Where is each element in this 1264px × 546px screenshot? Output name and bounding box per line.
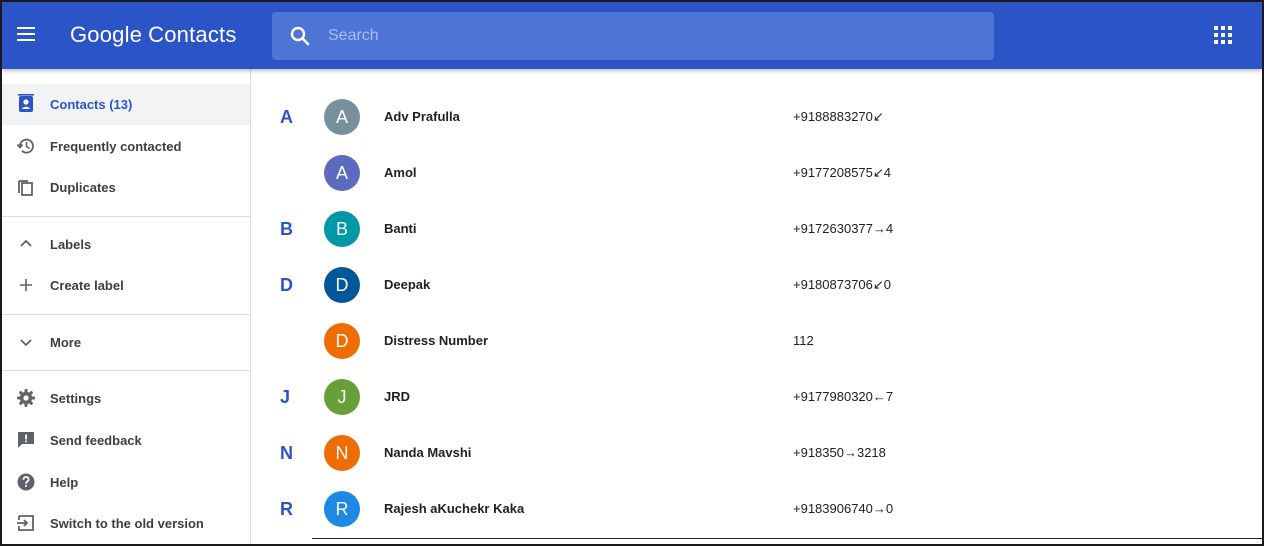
section-letter: J [280, 387, 291, 407]
contact-name: JRD [384, 389, 411, 404]
sidebar-item-label: Contacts (13) [50, 97, 133, 112]
chevron-up-icon [20, 239, 32, 247]
search-input[interactable] [328, 12, 968, 60]
contact-name: Banti [384, 221, 417, 236]
sidebar-item-switch-old-version[interactable]: Switch to the old version [2, 503, 250, 544]
contact-phone: +9183906740→0 [793, 501, 894, 516]
sidebar-item-contacts[interactable]: Contacts (13) [2, 84, 250, 125]
sidebar-item-settings[interactable]: Settings [2, 378, 250, 419]
avatar[interactable]: J [324, 379, 360, 415]
chevron-down-icon [20, 339, 32, 347]
avatar[interactable]: R [324, 491, 360, 527]
sidebar-item-label: Create label [50, 278, 124, 293]
top-app-bar: Google Contacts [2, 2, 1262, 69]
contact-phone: +9180873706↙0 [793, 277, 892, 292]
feedback-icon [18, 432, 34, 448]
sidebar-item-label: Labels [50, 237, 92, 252]
section-letter: R [280, 499, 293, 519]
contacts-list: A A Adv Prafulla +9188883270↙ A Amol +91… [252, 69, 1262, 544]
avatar[interactable]: A [324, 99, 360, 135]
section-letter: B [280, 219, 293, 239]
sidebar-item-labels[interactable]: Labels [2, 224, 250, 265]
help-icon [17, 473, 35, 491]
gear-icon [17, 389, 35, 407]
sidebar-divider [2, 314, 250, 315]
sidebar-item-create-label[interactable]: Create label [2, 265, 250, 306]
sidebar-item-duplicates[interactable]: Duplicates [2, 167, 250, 208]
contact-row[interactable]: J J JRD +9177980320←7 [252, 369, 1262, 425]
sidebar-divider [2, 216, 250, 217]
copy-icon [18, 180, 33, 196]
contact-phone: +9172630377→4 [793, 221, 894, 236]
plus-icon [20, 279, 32, 291]
contact-name: Rajesh aKuchekr Kaka [384, 501, 525, 516]
app-logo[interactable]: Google Contacts [70, 22, 237, 48]
contact-name: Adv Prafulla [384, 109, 460, 124]
contact-row[interactable]: R R Rajesh aKuchekr Kaka +9183906740→0 [252, 481, 1262, 537]
history-icon [16, 138, 34, 154]
section-letter: D [280, 275, 293, 295]
avatar[interactable]: D [324, 323, 360, 359]
person-card-icon [18, 94, 34, 112]
contact-name: Nanda Mavshi [384, 445, 472, 460]
contact-row[interactable]: A A Adv Prafulla +9188883270↙ [252, 89, 1262, 145]
sidebar-item-send-feedback[interactable]: Send feedback [2, 420, 250, 461]
avatar[interactable]: D [324, 267, 360, 303]
exit-icon [17, 515, 34, 531]
contact-name: Amol [384, 165, 417, 180]
contact-phone: +9177980320←7 [793, 389, 894, 404]
apps-grid-icon[interactable] [1214, 26, 1234, 46]
contact-row[interactable]: A Amol +9177208575↙4 [252, 145, 1262, 201]
contact-name: Deepak [384, 277, 431, 292]
menu-icon[interactable] [14, 22, 38, 46]
sidebar-item-more[interactable]: More [2, 322, 250, 363]
sidebar-item-label: Help [50, 475, 79, 490]
avatar[interactable]: B [324, 211, 360, 247]
sidebar-item-label: Frequently contacted [50, 139, 182, 154]
avatar[interactable]: A [324, 155, 360, 191]
section-letter: N [280, 443, 293, 463]
contact-phone: 112 [793, 333, 814, 348]
section-letter: A [280, 107, 293, 127]
contact-row[interactable]: D D Deepak +9180873706↙0 [252, 257, 1262, 313]
contact-phone: +9188883270↙ [793, 109, 884, 124]
contact-phone: +9177208575↙4 [793, 165, 892, 180]
logo-google-text: Google [70, 22, 143, 47]
sidebar-item-label: Switch to the old version [50, 516, 204, 531]
sidebar-divider [2, 370, 250, 371]
contact-name: Distress Number [384, 333, 489, 348]
sidebar-item-label: Duplicates [50, 180, 116, 195]
contact-row[interactable]: N N Nanda Mavshi +918350→3218 [252, 425, 1262, 481]
sidebar-item-label: Settings [50, 391, 102, 406]
sidebar-item-label: Send feedback [50, 433, 142, 448]
search-bar[interactable] [272, 12, 994, 60]
list-divider [312, 538, 1262, 539]
sidebar: Contacts (13) Frequently contacted Dupli… [2, 69, 251, 544]
sidebar-item-help[interactable]: Help [2, 462, 250, 503]
logo-product-text: Contacts [148, 22, 237, 47]
sidebar-item-label: More [50, 335, 82, 350]
sidebar-item-frequently-contacted[interactable]: Frequently contacted [2, 126, 250, 167]
app-window: GoogleContacts Contacts (13) [0, 0, 1264, 546]
search-icon[interactable] [288, 24, 312, 48]
contact-phone: +918350→3218 [793, 445, 886, 460]
contact-row[interactable]: D Distress Number 112 [252, 313, 1262, 369]
contact-row[interactable]: B B Banti +9172630377→4 [252, 201, 1262, 257]
avatar[interactable]: N [324, 435, 360, 471]
